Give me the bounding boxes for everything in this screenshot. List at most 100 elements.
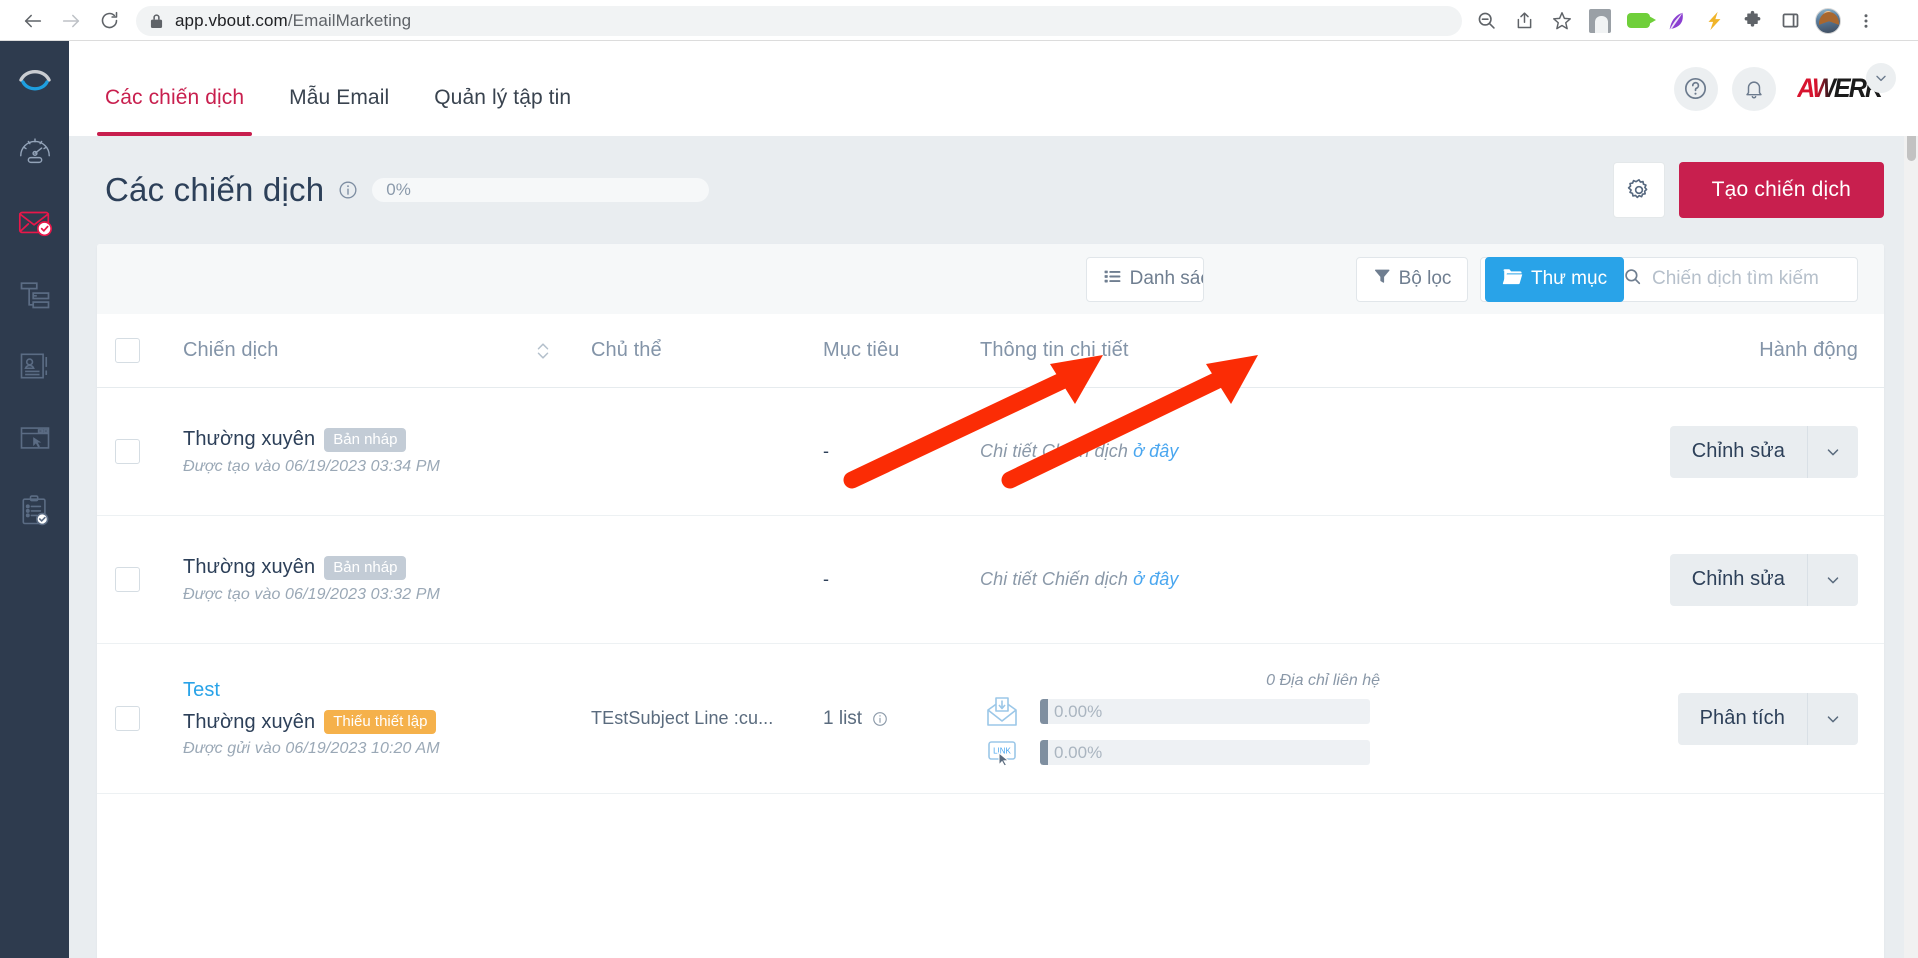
campaign-type: Thường xuyên [183, 428, 316, 450]
campaign-name-link[interactable]: Test [183, 679, 535, 702]
chevron-down-icon[interactable] [1808, 426, 1858, 478]
reload-icon[interactable] [90, 2, 128, 40]
share-icon[interactable] [1506, 3, 1542, 39]
row-checkbox[interactable] [115, 706, 140, 731]
folder-icon [1502, 267, 1523, 292]
row-checkbox[interactable] [115, 439, 140, 464]
row-action-button[interactable]: Chỉnh sửa [1669, 425, 1858, 478]
page-scrollbar[interactable] [1904, 41, 1918, 958]
app-header: Các chiến dịch Mẫu Email Quản lý tập tin… [69, 41, 1918, 136]
gear-icon[interactable] [1612, 162, 1665, 218]
zoom-out-icon[interactable] [1468, 3, 1504, 39]
campaign-detail-link[interactable]: Chi tiết Chiến dịch ở đây [980, 441, 1178, 461]
chevron-down-icon[interactable] [1808, 693, 1858, 745]
chevron-down-icon[interactable] [1866, 63, 1896, 93]
info-circle-icon[interactable] [338, 180, 358, 200]
onboarding-progress-bar: 0% [372, 178, 710, 202]
table-row[interactable]: Thường xuyên Bản nháp Được tạo vào 06/19… [97, 516, 1884, 644]
select-all-cell [115, 338, 183, 363]
page-title-row: Các chiến dịch 0% Tạo chiến dịch [97, 136, 1884, 244]
sort-updown-icon[interactable] [535, 341, 591, 361]
campaign-type: Thường xuyên [183, 710, 316, 733]
tab-email-templates[interactable]: Mẫu Email [281, 86, 397, 136]
campaign-detail-link[interactable]: Chi tiết Chiến dịch ở đây [980, 569, 1178, 589]
back-arrow-icon[interactable] [14, 2, 52, 40]
col-goal: Mục tiêu [823, 339, 900, 361]
campaigns-table: Chiến dịch Chủ thể Mục tiêu Thông tin ch… [97, 314, 1884, 794]
row-action-button[interactable]: Phân tích [1677, 692, 1858, 745]
forms-clipboard-icon[interactable] [12, 487, 58, 533]
left-sidebar [0, 41, 69, 958]
search-icon [1623, 267, 1642, 291]
help-question-icon[interactable] [1673, 66, 1718, 111]
dashboard-gauge-icon[interactable] [12, 127, 58, 173]
browser-toolbar: app.vbout.com/EmailMarketing [0, 0, 1918, 41]
edit-button-label: Chỉnh sửa [1670, 553, 1808, 606]
hand-extension-icon[interactable] [1582, 3, 1618, 39]
folder-view-button[interactable]: Thư mục [1485, 256, 1625, 302]
goal-cell: - [823, 569, 829, 589]
list-view-icon [1103, 267, 1122, 292]
link-click-icon: LINK [980, 740, 1024, 766]
filter-button[interactable]: Bộ lọc [1355, 256, 1469, 302]
bell-icon[interactable] [1731, 66, 1776, 111]
row-checkbox[interactable] [115, 567, 140, 592]
campaign-timestamp: Được tạo vào 06/19/2023 03:34 PM [183, 457, 440, 475]
video-camera-extension-icon[interactable] [1620, 3, 1656, 39]
analytics-button-label: Phân tích [1678, 692, 1808, 745]
search-input[interactable] [1652, 268, 1843, 290]
funnel-icon [1373, 267, 1391, 291]
puzzle-extensions-icon[interactable] [1734, 3, 1770, 39]
campaigns-card: Danh sách Thư mục Bộ lọc [97, 244, 1884, 958]
side-panel-icon[interactable] [1772, 3, 1808, 39]
address-bar-text: app.vbout.com/EmailMarketing [175, 10, 412, 30]
campaign-timestamp: Được gửi vào 06/19/2023 10:20 AM [183, 740, 440, 757]
profile-avatar[interactable] [1810, 3, 1846, 39]
bookmark-star-icon[interactable] [1544, 3, 1580, 39]
card-toolbar: Danh sách Thư mục Bộ lọc [97, 244, 1884, 314]
col-action: Hành động [1759, 339, 1858, 361]
automation-flow-icon[interactable] [12, 271, 58, 317]
quill-pen-extension-icon[interactable] [1658, 3, 1694, 39]
col-campaign: Chiến dịch [183, 339, 279, 361]
subject-cell: TEstSubject Line :cu... [591, 708, 774, 728]
lightning-extension-icon[interactable] [1696, 3, 1732, 39]
tab-file-manager[interactable]: Quản lý tập tin [426, 86, 579, 136]
table-row[interactable]: Test Thường xuyên Thiếu thiết lập Được g… [97, 644, 1884, 794]
create-campaign-button[interactable]: Tạo chiến dịch [1678, 162, 1884, 218]
brand-logo[interactable]: AWERK [1794, 63, 1896, 104]
edit-button-label: Chỉnh sửa [1670, 425, 1808, 478]
page-title-actions: Tạo chiến dịch [1612, 162, 1884, 218]
page-title: Các chiến dịch [105, 171, 325, 208]
forward-arrow-icon[interactable] [52, 2, 90, 40]
email-marketing-icon[interactable] [12, 199, 58, 245]
open-rate-bar: 0.00% [1040, 699, 1370, 724]
col-details: Thông tin chi tiết [980, 339, 1129, 361]
click-rate-row: LINK 0.00% [980, 740, 1658, 766]
contacts-card-icon[interactable] [12, 343, 58, 389]
campaign-cell: Test Thường xuyên Thiếu thiết lập Được g… [183, 679, 535, 758]
address-bar[interactable]: app.vbout.com/EmailMarketing [136, 5, 1462, 36]
lock-icon [150, 13, 163, 29]
folder-view-label: Thư mục [1531, 268, 1608, 289]
row-action-button[interactable]: Chỉnh sửa [1669, 553, 1858, 606]
svg-text:LINK: LINK [993, 746, 1011, 755]
table-row[interactable]: Thường xuyên Bản nháp Được tạo vào 06/19… [97, 388, 1884, 516]
logo-ring-icon[interactable] [12, 55, 58, 101]
landing-page-icon[interactable] [12, 415, 58, 461]
chrome-menu-icon[interactable] [1848, 3, 1884, 39]
campaign-stats: 0 Địa chỉ liên hệ 0.00% LINK 0.00% [980, 672, 1658, 766]
chevron-down-icon[interactable] [1808, 554, 1858, 606]
list-view-button[interactable]: Danh sách [1085, 256, 1204, 302]
search-campaign-box[interactable] [1608, 256, 1858, 302]
info-circle-icon[interactable] [872, 711, 888, 727]
campaign-type: Thường xuyên [183, 556, 316, 578]
goal-cell: 1 list [823, 707, 863, 729]
main-area: Các chiến dịch Mẫu Email Quản lý tập tin… [69, 41, 1918, 958]
main-nav-tabs: Các chiến dịch Mẫu Email Quản lý tập tin [69, 41, 608, 136]
table-header-row: Chiến dịch Chủ thể Mục tiêu Thông tin ch… [97, 314, 1884, 388]
tab-campaigns[interactable]: Các chiến dịch [97, 86, 253, 136]
contacts-count: 0 Địa chỉ liên hệ [1266, 671, 1380, 689]
select-all-checkbox[interactable] [115, 338, 140, 363]
open-rate-row: 0.00% [980, 696, 1658, 728]
